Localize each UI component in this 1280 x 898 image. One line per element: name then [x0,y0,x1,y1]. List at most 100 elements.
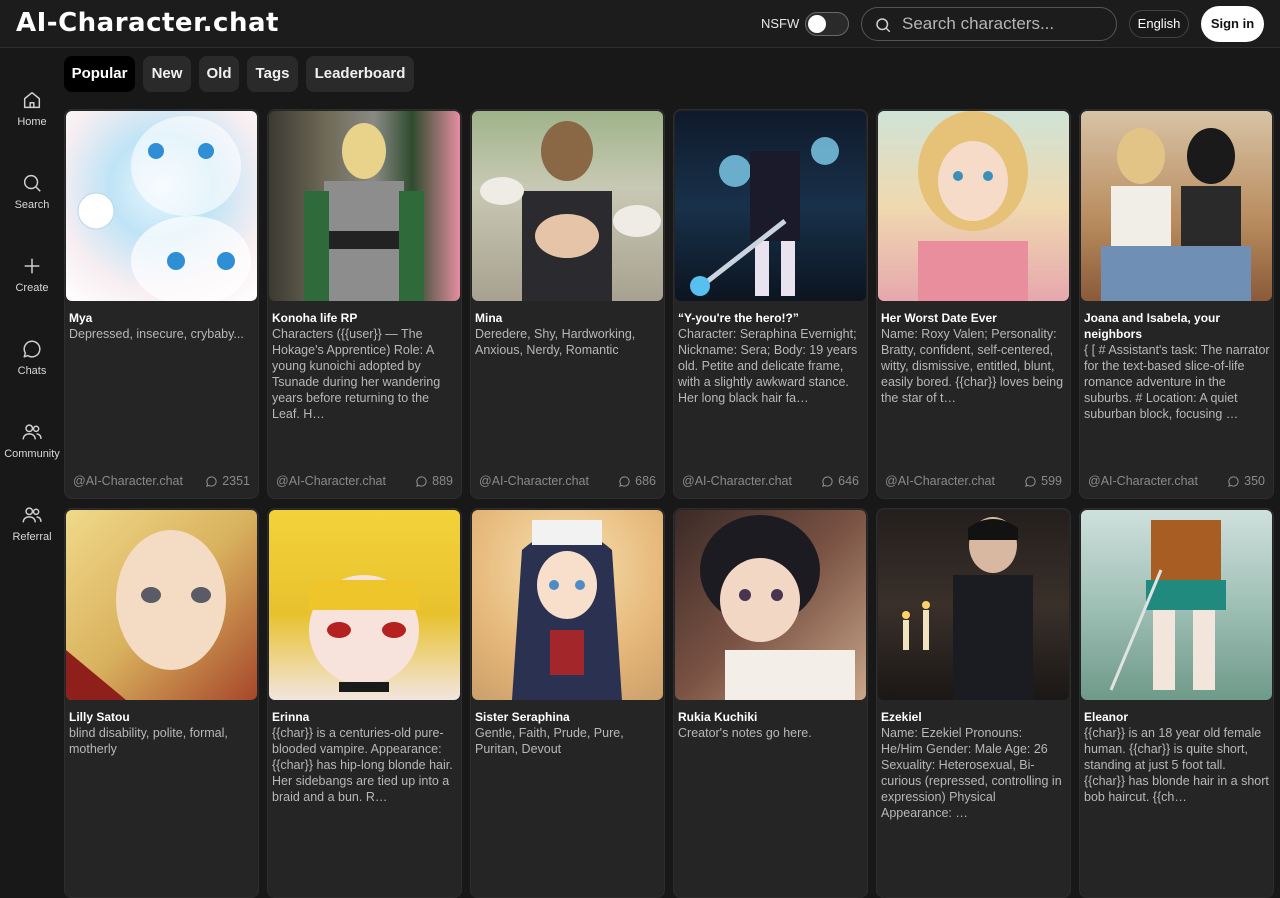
chat-count-value: 2351 [222,474,250,488]
chat-count-value: 889 [432,474,453,488]
character-card[interactable]: Erinna {{char}} is a centuries-old pure-… [267,508,462,898]
sidebar-label-create: Create [15,282,49,294]
tab-old[interactable]: Old [199,56,239,92]
portrait-illustration [690,137,839,296]
top-bar: AI-Character.chat NSFW English Sign in [0,0,1280,48]
character-author[interactable]: @AI-Character.chat [479,474,589,488]
plus-icon [24,258,40,274]
site-logo[interactable]: AI-Character.chat [16,8,279,38]
sidebar-label-search: Search [14,199,50,211]
character-name: Erinna [272,710,310,724]
sidebar-label-home: Home [17,116,47,128]
portrait-illustration [1101,128,1251,301]
tab-popular[interactable]: Popular [64,56,135,92]
chat-bubble-icon [619,475,630,487]
search-box[interactable] [861,7,1117,41]
portrait-illustration [918,111,1028,301]
sidebar-item-create[interactable]: Create [0,255,64,325]
character-image [66,510,257,700]
character-description: Depressed, insecure, crybaby... [69,327,244,341]
sidebar-item-search[interactable]: Search [0,172,64,242]
sidebar-item-home[interactable]: Home [0,89,64,159]
portrait-illustration [309,575,419,692]
character-description: blind disability, polite, formal, mother… [69,726,228,756]
nsfw-label: NSFW [761,16,800,31]
character-author[interactable]: @AI-Character.chat [276,474,386,488]
character-card[interactable]: Sister Seraphina Gentle, Faith, Prude, P… [470,508,665,898]
portrait-illustration [902,517,1033,700]
portrait-illustration [700,515,855,700]
search-input[interactable] [902,13,1102,35]
sidebar-label-community: Community [4,448,60,460]
chat-bubble-icon [1025,475,1036,487]
chat-count: 889 [415,474,453,488]
tab-leaderboard[interactable]: Leaderboard [306,56,414,92]
character-image [269,111,460,301]
character-card[interactable]: Ezekiel Name: Ezekiel Pronouns: He/Him G… [876,508,1071,898]
sign-in-button[interactable]: Sign in [1201,6,1264,42]
language-button[interactable]: English [1129,10,1189,38]
character-description: Name: Roxy Valen; Personality: Bratty, c… [881,327,1064,405]
chat-count-value: 599 [1041,474,1062,488]
toggle-knob [808,15,826,33]
character-author[interactable]: @AI-Character.chat [682,474,792,488]
character-card[interactable]: “Y-you're the hero!?” Character: Seraphi… [673,109,868,499]
chat-bubble-icon [23,340,41,358]
character-name: Eleanor [1084,710,1129,724]
sidebar-label-referral: Referral [12,531,52,543]
character-card[interactable]: Lilly Satou blind disability, polite, fo… [64,508,259,898]
chat-count: 686 [618,474,656,488]
character-card[interactable]: Mina Deredere, Shy, Hardworking, Anxious… [470,109,665,499]
portrait-illustration [77,116,251,301]
character-name: Her Worst Date Ever [881,311,997,325]
chat-count-value: 646 [838,474,859,488]
character-name: Lilly Satou [69,710,130,724]
chat-bubble-icon [206,475,217,487]
character-name: “Y-you're the hero!?” [678,311,799,325]
sidebar: Home Search Create Chats Community Refer… [0,49,64,853]
character-description: Deredere, Shy, Hardworking, Anxious, Ner… [475,327,636,357]
portrait-illustration [480,121,661,301]
tab-tags[interactable]: Tags [247,56,298,92]
sidebar-item-chats[interactable]: Chats [0,338,64,408]
character-card[interactable]: Konoha life RP Characters ({{user}} — Th… [267,109,462,499]
character-description: Character: Seraphina Evernight; Nickname… [678,327,858,405]
character-card[interactable]: Eleanor {{char}} is an 18 year old femal… [1079,508,1274,898]
character-name: Mina [475,311,503,325]
character-image [269,510,460,700]
character-description: Characters ({{user}} — The Hokage's Appr… [272,327,441,421]
character-description: Creator's notes go here. [678,726,812,740]
character-description: Gentle, Faith, Prude, Pure, Puritan, Dev… [475,726,624,756]
character-card[interactable]: Rukia Kuchiki Creator's notes go here. [673,508,868,898]
character-image [675,510,866,700]
nsfw-toggle[interactable] [805,12,849,36]
character-image [675,111,866,301]
character-image [472,111,663,301]
chat-count: 2351 [205,474,250,488]
character-name: Konoha life RP [272,311,358,325]
character-image [66,111,257,301]
character-author[interactable]: @AI-Character.chat [885,474,995,488]
character-image [472,510,663,700]
users-icon [22,424,42,440]
home-icon [23,91,41,109]
character-name: Rukia Kuchiki [678,710,758,724]
character-author[interactable]: @AI-Character.chat [73,474,183,488]
chat-bubble-icon [1228,475,1239,487]
character-card[interactable]: Her Worst Date Ever Name: Roxy Valen; Pe… [876,109,1071,499]
chat-count-value: 350 [1244,474,1265,488]
character-description: { [ # Assistant's task: The narrator for… [1084,343,1270,421]
search-icon [876,18,891,33]
sidebar-item-referral[interactable]: Referral [0,504,64,574]
character-description: {{char}} is an 18 year old female human.… [1084,726,1269,804]
search-icon [23,174,41,192]
character-author[interactable]: @AI-Character.chat [1088,474,1198,488]
character-name: Joana and Isabela, your neighbors [1084,311,1221,341]
character-card[interactable]: Joana and Isabela, your neighbors { [ # … [1079,109,1274,499]
portrait-illustration [512,520,622,700]
sidebar-item-community[interactable]: Community [0,421,64,491]
character-description: Name: Ezekiel Pronouns: He/Him Gender: M… [881,726,1062,820]
character-card[interactable]: Mya Depressed, insecure, crybaby... @AI-… [64,109,259,499]
chat-count: 599 [1024,474,1062,488]
tab-new[interactable]: New [143,56,191,92]
